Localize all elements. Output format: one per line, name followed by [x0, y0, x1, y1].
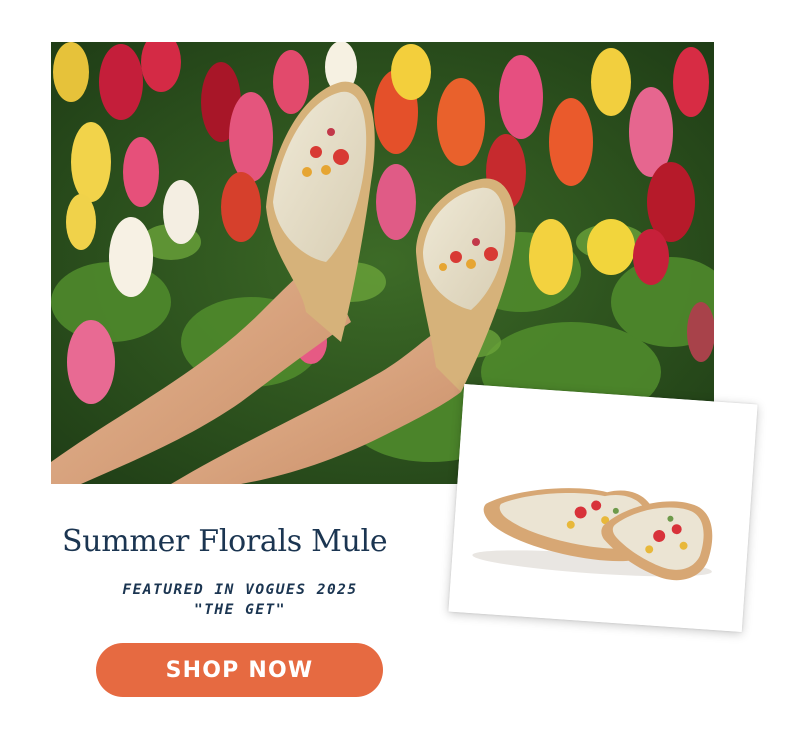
product-title: Summer Florals Mule [62, 524, 388, 559]
featured-line-2: "THE GET" [193, 602, 287, 618]
shop-now-button[interactable]: SHOP NOW [96, 643, 383, 697]
featured-line-1: FEATURED IN VOGUES 2025 [122, 582, 358, 598]
product-photo-card[interactable] [448, 384, 758, 632]
featured-callout: FEATURED IN VOGUES 2025 "THE GET" [90, 580, 390, 620]
